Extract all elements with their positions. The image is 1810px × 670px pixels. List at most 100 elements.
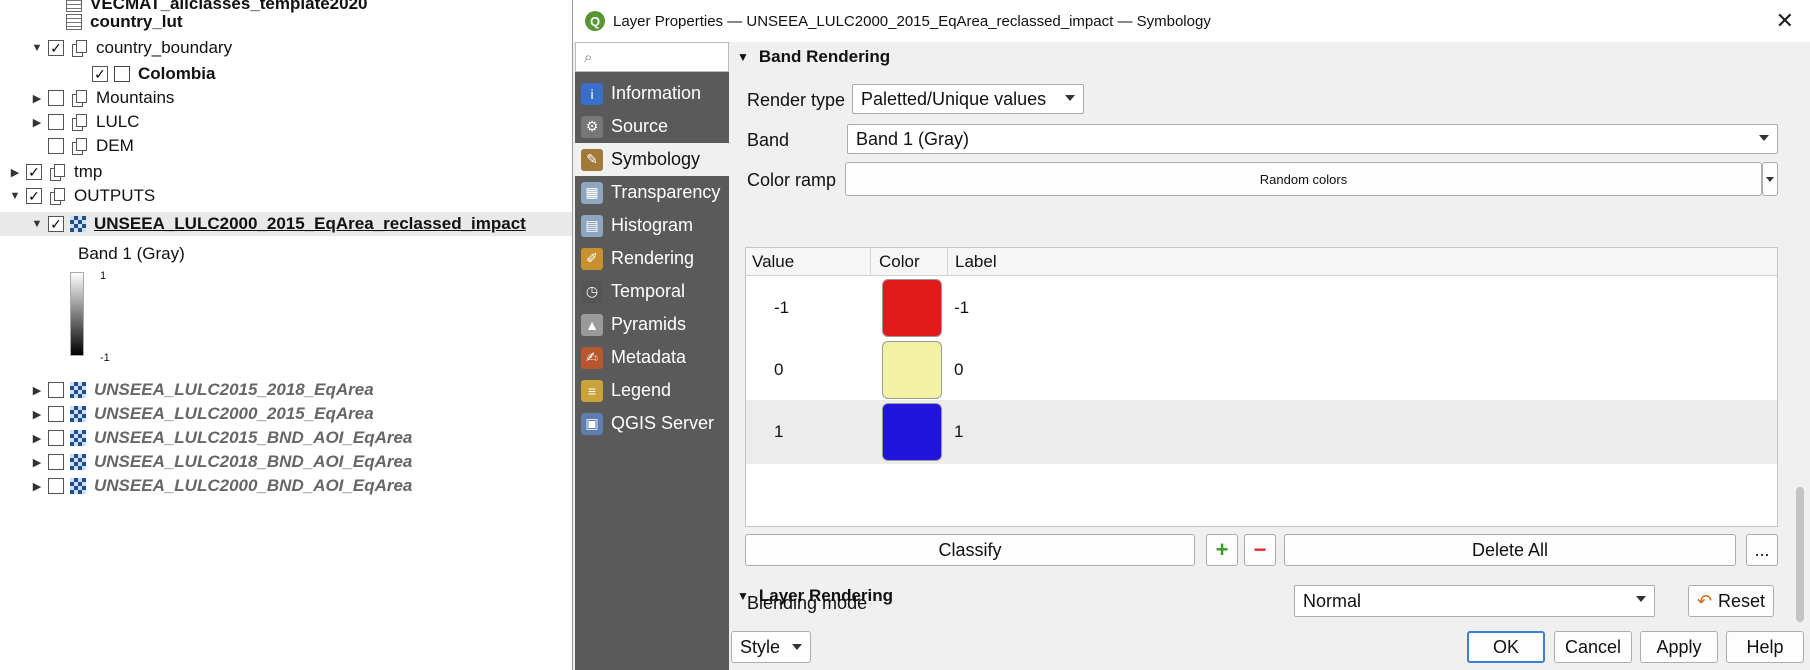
raster-layer-icon — [70, 382, 86, 398]
sidebar-item-source[interactable]: ⚙ Source — [575, 110, 729, 143]
color-swatch[interactable] — [882, 341, 942, 399]
layer-label: OUTPUTS — [74, 186, 156, 205]
chevron-down-icon — [1065, 95, 1075, 101]
style-label: Style — [739, 636, 781, 657]
apply-button[interactable]: Apply — [1640, 631, 1718, 663]
layer-group-icon — [48, 164, 66, 181]
sidebar-search-input[interactable]: ⌕ — [575, 42, 729, 72]
expand-closed-icon[interactable]: ▶ — [30, 384, 44, 397]
column-header-value[interactable]: Value — [752, 252, 794, 272]
sidebar-item-metadata[interactable]: ✍ Metadata — [575, 341, 729, 374]
sidebar-item-transparency[interactable]: ▦ Transparency — [575, 176, 729, 209]
expand-closed-icon[interactable]: ▶ — [30, 408, 44, 421]
band-label-text: Band 1 (Gray) — [78, 244, 185, 263]
band-rendering-title: Band Rendering — [758, 47, 891, 66]
layer-visibility-checkbox[interactable] — [48, 478, 64, 494]
layer-visibility-checkbox[interactable] — [48, 216, 64, 232]
layer-item[interactable]: ▶ LULC — [0, 110, 139, 134]
expand-closed-icon[interactable]: ▶ — [30, 480, 44, 493]
color-swatch[interactable] — [882, 403, 942, 461]
sidebar-item-pyramids[interactable]: ▲ Pyramids — [575, 308, 729, 341]
sidebar-item-qgis-server[interactable]: ▣ QGIS Server — [575, 407, 729, 440]
expand-open-icon[interactable]: ▼ — [30, 218, 44, 230]
classify-button[interactable]: Classify — [745, 534, 1195, 566]
layer-item[interactable]: ▶ UNSEEA_LULC2000_2015_EqArea — [0, 402, 374, 426]
band-select[interactable]: Band 1 (Gray) — [847, 124, 1778, 154]
reset-button[interactable]: ↶ Reset — [1688, 585, 1774, 617]
sidebar-item-rendering[interactable]: ✐ Rendering — [575, 242, 729, 275]
layer-label: tmp — [74, 162, 103, 181]
layer-item[interactable]: ▼ country_boundary — [0, 36, 232, 60]
layer-item[interactable]: ▶ UNSEEA_LULC2015_BND_AOI_EqArea — [0, 426, 413, 450]
cell-label[interactable]: -1 — [954, 298, 969, 318]
color-swatch[interactable] — [882, 279, 942, 337]
expand-closed-icon[interactable]: ▶ — [30, 116, 44, 129]
render-type-select[interactable]: Paletted/Unique values — [852, 84, 1084, 114]
cell-label[interactable]: 1 — [954, 422, 963, 442]
help-button[interactable]: Help — [1726, 631, 1804, 663]
band-rendering-header[interactable]: ▼ Band Rendering — [729, 42, 890, 72]
color-ramp-dropdown[interactable] — [1762, 162, 1778, 196]
layer-item[interactable]: ▼ UNSEEA_LULC2000_2015_EqArea_reclassed_i… — [0, 212, 572, 236]
close-icon[interactable]: ✕ — [1776, 8, 1794, 34]
layer-visibility-checkbox[interactable] — [48, 114, 64, 130]
more-options-button[interactable]: ... — [1746, 534, 1778, 566]
transparency-icon: ▦ — [581, 181, 603, 204]
expand-closed-icon[interactable]: ▶ — [30, 432, 44, 445]
color-ramp-button[interactable]: Random colors — [845, 162, 1762, 196]
remove-class-button[interactable]: − — [1244, 534, 1276, 566]
expand-open-icon[interactable]: ▼ — [8, 190, 22, 202]
layer-item[interactable]: country_lut — [0, 10, 183, 34]
sidebar-item-histogram[interactable]: ▤ Histogram — [575, 209, 729, 242]
sidebar-item-information[interactable]: i Information — [575, 77, 729, 110]
layer-visibility-checkbox[interactable] — [26, 164, 42, 180]
layer-visibility-checkbox[interactable] — [48, 454, 64, 470]
table-row[interactable]: -1 -1 — [746, 276, 1777, 340]
expand-closed-icon[interactable]: ▶ — [8, 166, 22, 179]
add-class-button[interactable]: + — [1206, 534, 1238, 566]
qgis-logo-icon: Q — [585, 11, 605, 31]
layer-item[interactable]: ▶ UNSEEA_LULC2015_2018_EqArea — [0, 378, 374, 402]
layer-visibility-checkbox[interactable] — [26, 188, 42, 204]
cancel-button[interactable]: Cancel — [1554, 631, 1632, 663]
layer-item[interactable]: ▶ Mountains — [0, 86, 174, 110]
layer-item[interactable]: DEM — [0, 134, 134, 158]
gray-ramp-legend — [70, 272, 84, 356]
sidebar-item-label: Legend — [611, 380, 672, 400]
table-row[interactable]: 11 — [746, 400, 1777, 464]
layer-group-icon — [70, 90, 88, 107]
sidebar-item-legend[interactable]: ≡ Legend — [575, 374, 729, 407]
ok-button[interactable]: OK — [1467, 631, 1545, 663]
content-scrollbar[interactable] — [1791, 42, 1809, 627]
layer-visibility-checkbox[interactable] — [48, 382, 64, 398]
layer-item[interactable]: ▶ UNSEEA_LULC2000_BND_AOI_EqArea — [0, 474, 413, 498]
layer-visibility-checkbox[interactable] — [48, 406, 64, 422]
sidebar-item-temporal[interactable]: ◷ Temporal — [575, 275, 729, 308]
layer-label: UNSEEA_LULC2000_BND_AOI_EqArea — [94, 476, 413, 495]
ramp-min-label: -1 — [100, 352, 110, 364]
layer-item[interactable]: Colombia — [0, 62, 215, 86]
layer-visibility-checkbox[interactable] — [48, 430, 64, 446]
layer-visibility-checkbox[interactable] — [48, 138, 64, 154]
layer-item[interactable]: ▶ tmp — [0, 160, 102, 184]
column-header-label[interactable]: Label — [955, 252, 997, 272]
layer-item[interactable]: ▼ OUTPUTS — [0, 184, 155, 208]
scrollbar-thumb[interactable] — [1796, 487, 1804, 622]
band-value: Band 1 (Gray) — [856, 128, 970, 149]
delete-all-button[interactable]: Delete All — [1284, 534, 1736, 566]
column-header-color[interactable]: Color — [879, 252, 920, 272]
blending-mode-select[interactable]: Normal — [1294, 585, 1655, 617]
dialog-sidebar: ⌕ i Information ⚙ Source ✎ Symbology ▦ Transpar… — [575, 42, 729, 670]
expand-closed-icon[interactable]: ▶ — [30, 92, 44, 105]
sidebar-item-symbology[interactable]: ✎ Symbology — [575, 143, 729, 176]
layer-item[interactable]: ▶ UNSEEA_LULC2018_BND_AOI_EqArea — [0, 450, 413, 474]
cell-label[interactable]: 0 — [954, 360, 963, 380]
table-row[interactable]: 00 — [746, 338, 1777, 402]
style-menu-button[interactable]: Style — [731, 631, 811, 663]
layer-group-icon — [70, 40, 88, 57]
expand-closed-icon[interactable]: ▶ — [30, 456, 44, 469]
layer-visibility-checkbox[interactable] — [92, 66, 108, 82]
layer-visibility-checkbox[interactable] — [48, 90, 64, 106]
expand-open-icon[interactable]: ▼ — [30, 42, 44, 54]
layer-visibility-checkbox[interactable] — [48, 40, 64, 56]
